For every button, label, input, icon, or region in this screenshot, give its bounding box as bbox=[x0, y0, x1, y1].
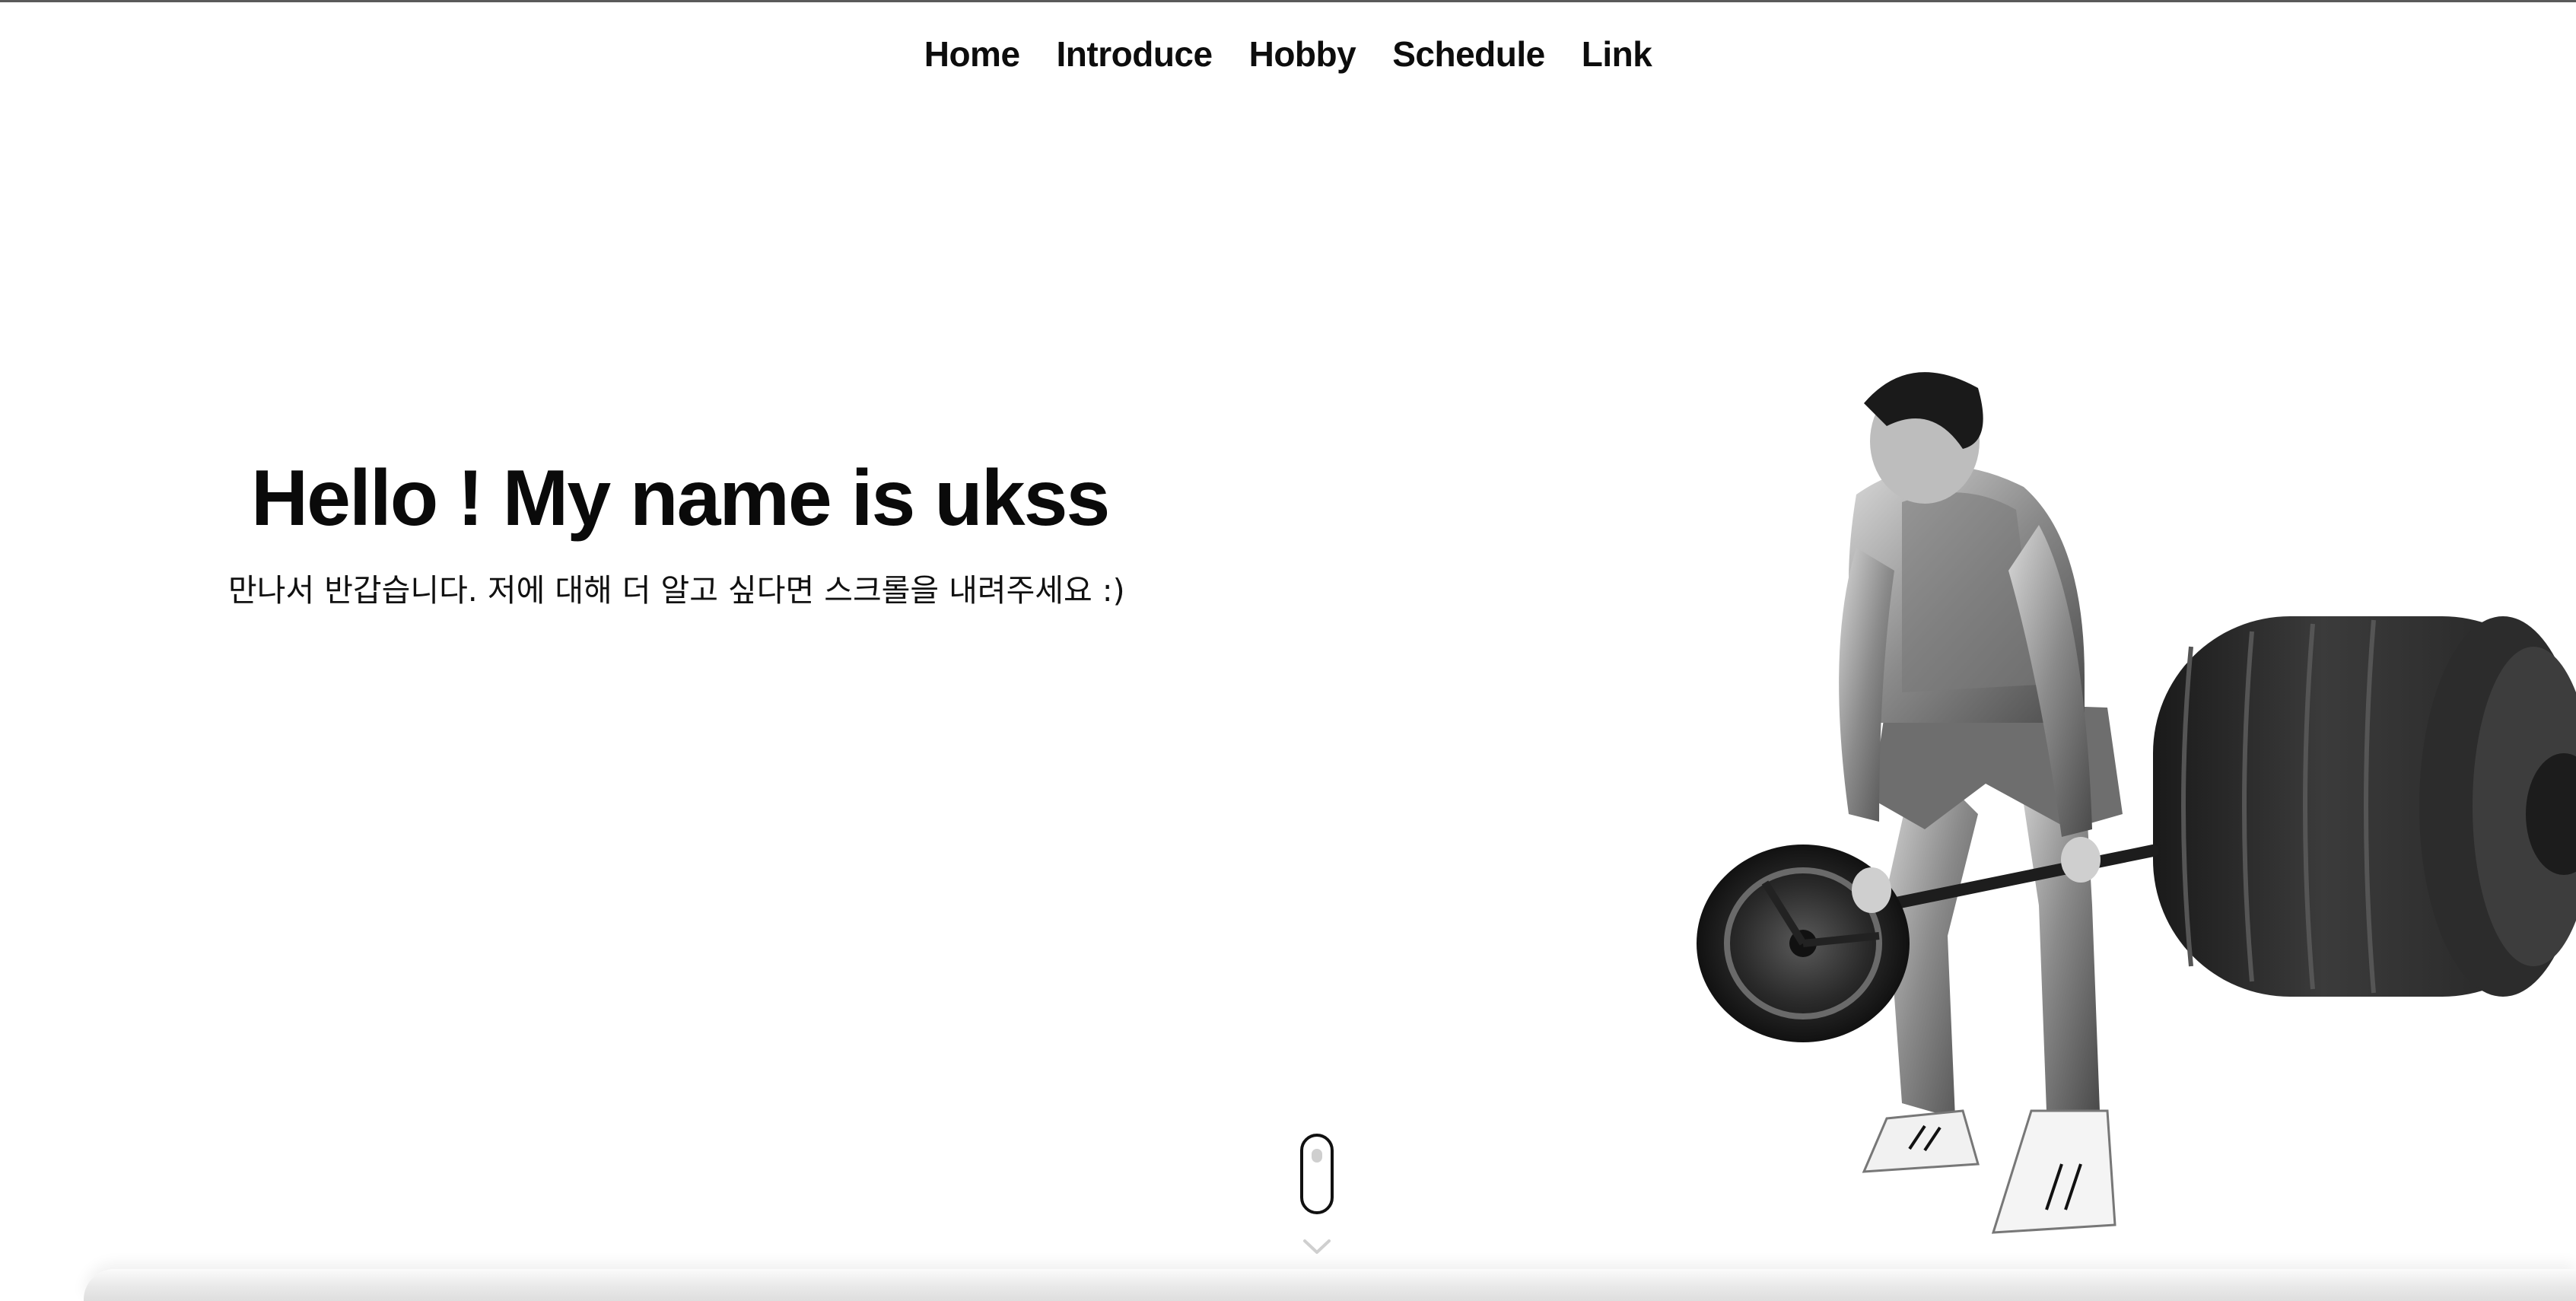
chevron-down-icon[interactable] bbox=[1302, 1239, 1331, 1255]
main-nav: Home Introduce Hobby Schedule Link bbox=[0, 33, 2576, 75]
nav-item-introduce[interactable]: Introduce bbox=[1057, 33, 1213, 75]
top-border bbox=[0, 0, 2576, 2]
hero-title: Hello ! My name is ukss bbox=[251, 454, 1110, 542]
nav-item-home[interactable]: Home bbox=[924, 33, 1020, 75]
mouse-scroll-icon[interactable] bbox=[1300, 1134, 1334, 1214]
nav-item-schedule[interactable]: Schedule bbox=[1392, 33, 1545, 75]
hero-subtitle: 만나서 반갑습니다. 저에 대해 더 알고 싶다면 스크롤을 내려주세요 :) bbox=[228, 572, 1125, 609]
weightlifter-image bbox=[1697, 372, 2576, 1234]
bottom-section-edge bbox=[84, 1269, 2576, 1301]
nav-item-link[interactable]: Link bbox=[1582, 33, 1652, 75]
big-plates bbox=[2153, 616, 2576, 997]
scroll-wheel bbox=[1312, 1149, 1322, 1163]
nav-item-hobby[interactable]: Hobby bbox=[1249, 33, 1356, 75]
